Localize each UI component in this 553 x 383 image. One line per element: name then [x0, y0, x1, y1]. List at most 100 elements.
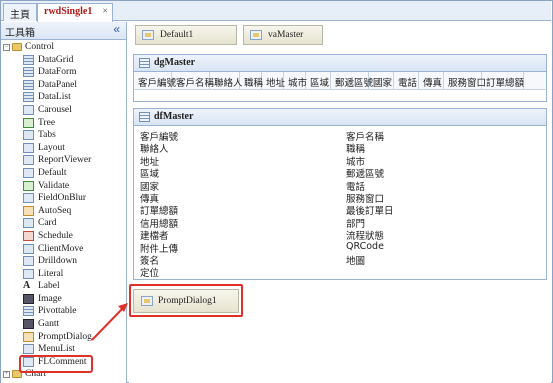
grid-column-header[interactable]: 電話	[394, 72, 419, 89]
datagrid-icon	[139, 58, 150, 68]
component-icon	[142, 30, 154, 40]
toolbox-item-label: Carousel	[38, 104, 72, 115]
toolbox-item-dataform[interactable]: DataForm	[1, 66, 126, 79]
grid-column-header[interactable]: 聯絡人	[210, 72, 243, 89]
tab-home[interactable]: 主頁	[3, 3, 37, 21]
layout-icon	[23, 142, 34, 153]
tab-home-label: 主頁	[10, 10, 30, 21]
validate-icon	[23, 180, 34, 191]
toolbox-item-label[interactable]: A Label	[1, 280, 126, 293]
collapse-icon[interactable]: «	[113, 22, 120, 36]
toolbox-item-gantt[interactable]: Gantt	[1, 318, 126, 331]
toolbox-item-label: DataList	[38, 92, 71, 103]
tab-bar: 主頁 rwdSingle1 ×	[1, 1, 551, 22]
tab-rwdsingle1[interactable]: rwdSingle1 ×	[37, 3, 113, 22]
toolbox-panel: 工具箱 « − Control DataGrid DataForm DataPane…	[1, 22, 127, 383]
toolbox-item-image[interactable]: Image	[1, 293, 126, 306]
toolbox-item-default[interactable]: Default	[1, 167, 126, 180]
toolbox-item-label: Pivottable	[38, 306, 77, 317]
toolbox-item-label: PromptDialog	[38, 331, 92, 342]
component-promptdialog1[interactable]: PromptDialog1	[133, 289, 239, 313]
tree-group-control[interactable]: − Control	[1, 41, 126, 54]
dgmaster-header: dgMaster	[134, 55, 546, 72]
toolbox-item-datapanel[interactable]: DataPanel	[1, 79, 126, 92]
grid-column-header[interactable]: 區域	[306, 72, 331, 89]
autoseq-icon	[23, 205, 34, 216]
toolbox-item-reportviewer[interactable]: ReportViewer	[1, 154, 126, 167]
literal-icon	[23, 268, 34, 279]
toolbox-header: 工具箱 «	[1, 22, 126, 40]
dataform-icon	[23, 67, 34, 78]
reportviewer-icon	[23, 155, 34, 166]
component-label: vaMaster	[268, 30, 304, 40]
toolbox-item-label: Gantt	[38, 319, 60, 330]
toolbox-item-autoseq[interactable]: AutoSeq	[1, 205, 126, 218]
grid-column-header[interactable]: 城市	[284, 72, 307, 89]
form-field-label: 地圖	[346, 256, 366, 267]
grid-column-header[interactable]: 服務窗口	[444, 72, 486, 89]
clientmove-icon	[23, 243, 34, 254]
toolbox-item-promptdialog[interactable]: PromptDialog	[1, 331, 126, 344]
datagrid-icon	[23, 54, 34, 65]
toolbox-item-clientmove[interactable]: ClientMove	[1, 243, 126, 256]
grid-column-header[interactable]: 郵遞區號	[331, 72, 373, 89]
component-label: Default1	[160, 30, 194, 40]
toolbox-item-label: Image	[38, 293, 62, 304]
component-default1[interactable]: Default1	[135, 25, 237, 45]
toolbox-item-fieldonblur[interactable]: FieldOnBlur	[1, 192, 126, 205]
toolbox-item-label: DataForm	[38, 67, 77, 78]
toolbox-item-validate[interactable]: Validate	[1, 180, 126, 193]
dfmaster-title: dfMaster	[154, 111, 194, 122]
toolbox-item-tree[interactable]: Tree	[1, 117, 126, 130]
toolbox-item-label: ReportViewer	[38, 155, 92, 166]
toolbox-item-literal[interactable]: Literal	[1, 268, 126, 281]
grid-column-header[interactable]: 地址	[262, 72, 285, 89]
toolbox-item-schedule[interactable]: Schedule	[1, 230, 126, 243]
grid-column-header[interactable]: 客戶編號	[134, 72, 176, 89]
dgmaster-column-headers: 客戶編號 客戶名稱 聯絡人 職稱 地址 城市 區域 郵遞區號 國家 電話 傳真 服務窗口 訂單總額	[134, 72, 546, 90]
toolbox-item-label: DataGrid	[38, 54, 74, 65]
grid-column-header[interactable]: 傳真	[419, 72, 444, 89]
toolbox-item-label: Default	[38, 167, 67, 178]
toolbox-item-tabs[interactable]: Tabs	[1, 129, 126, 142]
toolbox-item-label: Literal	[38, 268, 64, 279]
design-surface: Default1 vaMaster dgMaster 客戶編號 客戶名稱 聯絡人 職稱…	[129, 22, 551, 383]
menulist-icon	[23, 344, 34, 355]
toolbox-item-menulist[interactable]: MenuList	[1, 343, 126, 356]
tree-group-label: Control	[25, 42, 55, 52]
toolbox-item-label: Card	[38, 218, 57, 229]
toolbox-item-label: DataPanel	[38, 79, 78, 90]
toolbox-item-label: Layout	[38, 142, 65, 153]
toolbox-item-carousel[interactable]: Carousel	[1, 104, 126, 117]
collapse-toggle-icon[interactable]: −	[3, 44, 10, 51]
toolbox-item-label: Validate	[38, 180, 70, 191]
expand-toggle-icon[interactable]: +	[3, 371, 10, 379]
tab-rwdsingle1-label: rwdSingle1	[44, 6, 93, 17]
toolbox-item-label: ClientMove	[38, 243, 84, 254]
tree-icon	[23, 117, 34, 128]
folder-icon	[12, 43, 22, 51]
image-icon	[23, 293, 34, 304]
datalist-icon	[23, 92, 34, 103]
toolbox-item-pivottable[interactable]: Pivottable	[1, 305, 126, 318]
component-label: PromptDialog1	[158, 296, 217, 306]
grid-column-header[interactable]: 職稱	[240, 72, 263, 89]
toolbox-item-datagrid[interactable]: DataGrid	[1, 54, 126, 67]
toolbox-item-datalist[interactable]: DataList	[1, 91, 126, 104]
close-icon[interactable]: ×	[102, 6, 108, 17]
toolbox-item-drilldown[interactable]: Drilldown	[1, 255, 126, 268]
toolbox-item-card[interactable]: Card	[1, 217, 126, 230]
dgmaster-grid[interactable]: dgMaster 客戶編號 客戶名稱 聯絡人 職稱 地址 城市 區域 郵遞區號 國家 電話 傳真 服務…	[133, 54, 547, 102]
grid-column-header[interactable]: 國家	[369, 72, 394, 89]
dgmaster-title: dgMaster	[154, 57, 196, 68]
toolbox-tree: − Control DataGrid DataForm DataPanel DataL…	[1, 40, 126, 381]
component-vamaster[interactable]: vaMaster	[243, 25, 323, 45]
grid-column-header[interactable]: 訂單總額	[482, 72, 524, 89]
dfmaster-form[interactable]: dfMaster 客戶編號 聯絡人 地址 區域 國家 傳真 訂單總額 信用總額 建檔者 附件上傳簽…	[133, 108, 547, 280]
schedule-icon	[23, 230, 34, 241]
component-icon	[141, 296, 153, 306]
toolbox-item-layout[interactable]: Layout	[1, 142, 126, 155]
toolbox-item-label: FieldOnBlur	[38, 193, 87, 204]
grid-column-header[interactable]: 客戶名稱	[172, 72, 214, 89]
toolbox-item-label: MenuList	[38, 344, 75, 355]
